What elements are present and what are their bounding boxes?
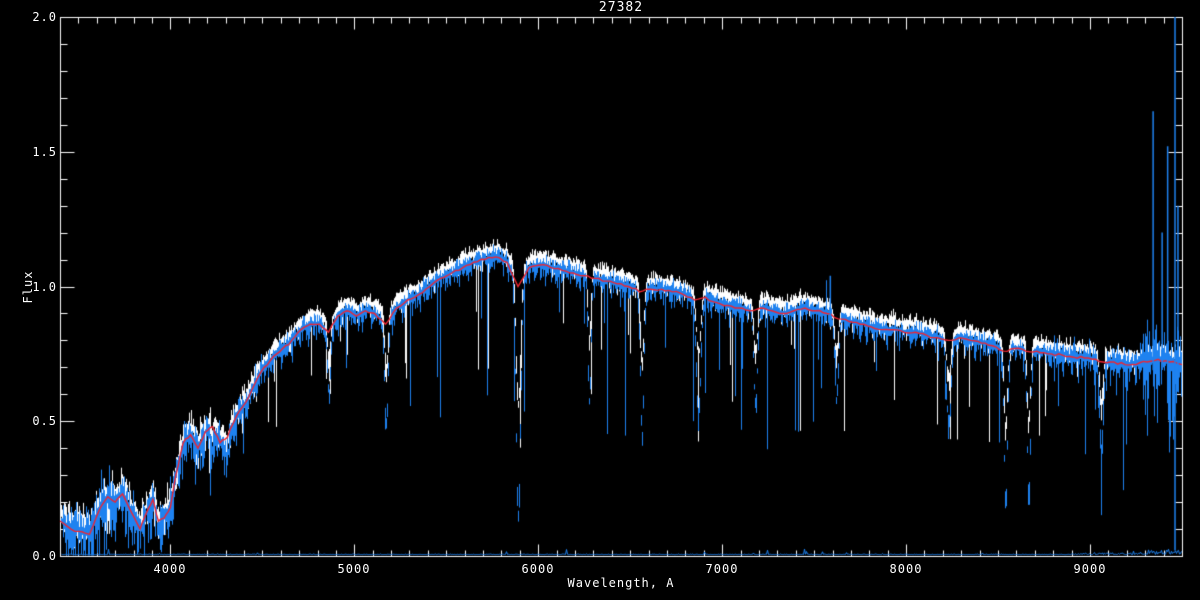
x-axis-label: Wavelength, A	[567, 576, 675, 590]
x-tick-label-5: 9000	[1073, 562, 1107, 576]
y-tick-label-3: 1.5	[32, 145, 57, 159]
screenshot-root: 27382 Wavelength, A Flux 4000 5000 6000 …	[0, 0, 1200, 600]
y-tick-label-4: 2.0	[32, 10, 57, 24]
x-tick-label-3: 7000	[705, 562, 739, 576]
y-tick-label-0: 0.0	[32, 549, 57, 563]
x-tick-label-0: 4000	[153, 562, 187, 576]
x-tick-label-2: 6000	[521, 562, 555, 576]
plot-title: 27382	[598, 0, 644, 15]
x-tick-label-4: 8000	[889, 562, 923, 576]
y-tick-label-1: 0.5	[32, 414, 57, 428]
y-tick-label-2: 1.0	[32, 280, 57, 294]
spectrum-canvas	[0, 0, 1200, 600]
x-tick-label-1: 5000	[337, 562, 371, 576]
